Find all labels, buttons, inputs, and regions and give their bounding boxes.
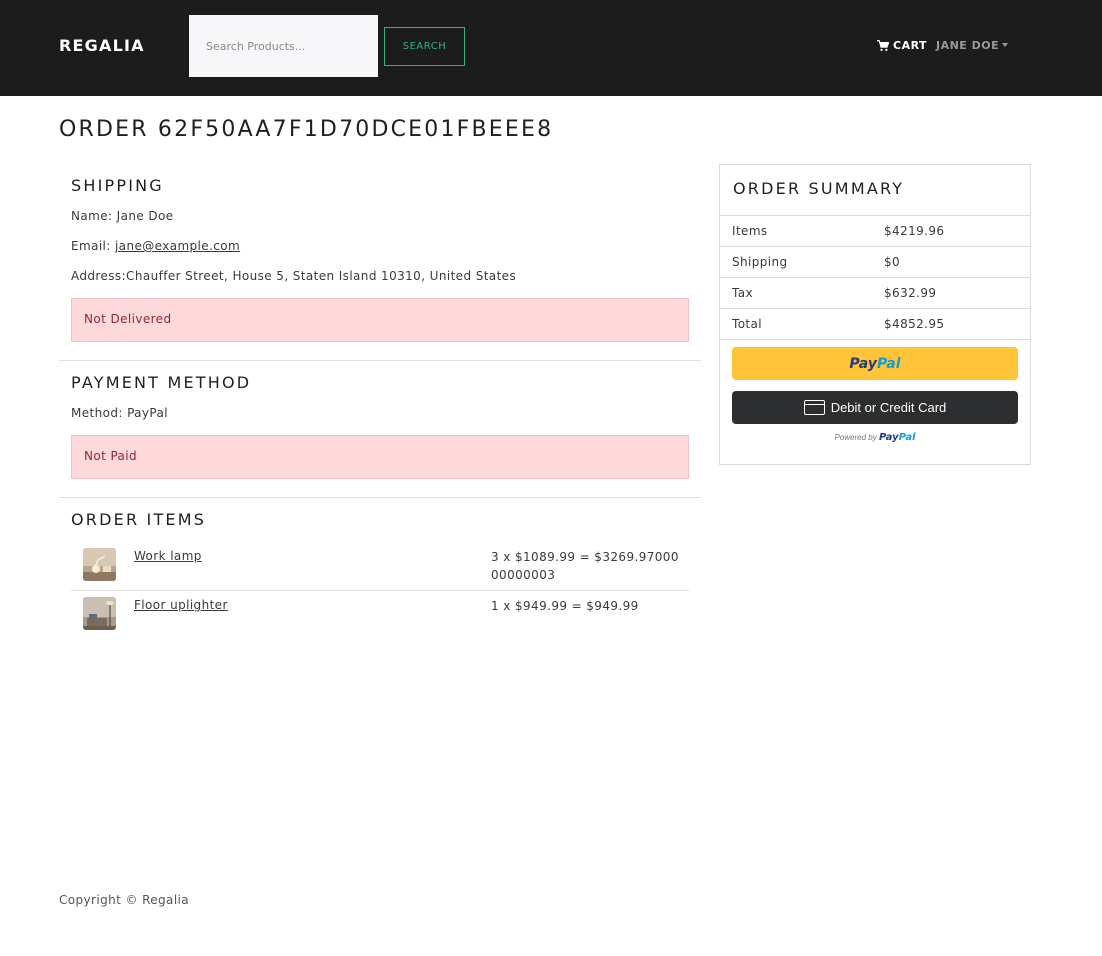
delivery-status-alert: Not Delivered [71,298,689,342]
order-summary-card: ORDER SUMMARY Items $4219.96 Shipping $0… [719,164,1031,465]
user-name: JANE DOE [936,39,1000,52]
debit-credit-card-button[interactable]: Debit or Credit Card [732,391,1018,424]
summary-row-tax: Tax $632.99 [720,277,1030,308]
user-dropdown[interactable]: JANE DOE [936,39,1009,52]
navbar: REGALIA SEARCH CART JANE DOE [0,0,1102,96]
shipping-email-label: Email: [71,239,115,253]
product-image-work-lamp [83,548,116,581]
section-divider [59,360,701,361]
summary-label: Tax [732,286,753,300]
summary-value: $632.99 [884,286,937,300]
payment-method-label: Method: [71,406,128,420]
item-name-link[interactable]: Floor uplighter [134,598,228,612]
paypal-logo-pay: Pay [849,355,877,372]
cart-label: CART [893,39,928,52]
paypal-logo: PayPal [849,356,900,372]
brand-logo-link[interactable]: REGALIA [59,36,145,55]
card-button-label: Debit or Credit Card [830,400,947,415]
summary-divider [720,339,1030,340]
search-button[interactable]: SEARCH [384,27,465,66]
item-divider [71,590,689,591]
shipping-name-label: Name: [71,209,117,223]
shipping-address-value: Chauffer Street, House 5, Staten Island … [126,269,517,283]
summary-label: Items [732,224,768,238]
payment-heading: PAYMENT METHOD [71,373,252,392]
summary-label: Shipping [732,255,788,269]
paypal-button[interactable]: PayPal [732,347,1018,380]
order-summary-heading: ORDER SUMMARY [733,179,905,198]
search-input[interactable] [189,15,378,77]
page-title: ORDER 62F50AA7F1D70DCE01FBEEE8 [59,117,554,142]
summary-value: $4219.96 [884,224,945,238]
shipping-address: Address:Chauffer Street, House 5, Staten… [71,269,516,283]
shipping-address-label: Address: [71,269,127,283]
summary-label: Total [732,317,763,331]
summary-row-items: Items $4219.96 [720,215,1030,246]
item-price-line: 3 x $1089.99 = $3269.9700000000003 [491,550,679,582]
payment-status-alert: Not Paid [71,435,689,479]
summary-value: $0 [884,255,901,269]
payment-method: Method: PayPal [71,406,168,420]
item-name-link[interactable]: Work lamp [134,549,202,563]
footer-copyright: Copyright © Regalia [59,893,190,907]
powered-by-label: Powered by [834,433,877,442]
email-link[interactable]: jane@example.com [115,239,240,253]
list-item: Floor uplighter 1 x $949.99 = $949.99 [71,597,689,631]
paypal-small-logo: PayPal [879,432,916,443]
shipping-name: Name: Jane Doe [71,209,174,223]
summary-row-shipping: Shipping $0 [720,246,1030,277]
shipping-name-value: Jane Doe [116,209,174,223]
paypal-small-logo-pal: Pal [898,432,916,443]
shipping-email: Email: jane@example.com [71,239,240,253]
caret-down-icon [1002,42,1009,47]
product-image-floor-uplighter [83,597,116,630]
powered-by-paypal: Powered by PayPal [720,432,1030,443]
shipping-heading: SHIPPING [71,176,164,195]
credit-card-icon [803,400,825,415]
payment-method-value: PayPal [127,406,169,420]
list-item: Work lamp 3 x $1089.99 = $3269.970000000… [71,548,689,590]
cart-link[interactable]: CART [877,39,927,52]
section-divider [59,497,701,498]
paypal-logo-pal: Pal [876,355,901,372]
item-price-line: 1 x $949.99 = $949.99 [491,599,639,613]
summary-value: $4852.95 [884,317,945,331]
summary-row-total: Total $4852.95 [720,308,1030,339]
paypal-small-logo-pay: Pay [878,432,899,443]
cart-icon [877,39,889,51]
order-items-heading: ORDER ITEMS [71,510,207,529]
